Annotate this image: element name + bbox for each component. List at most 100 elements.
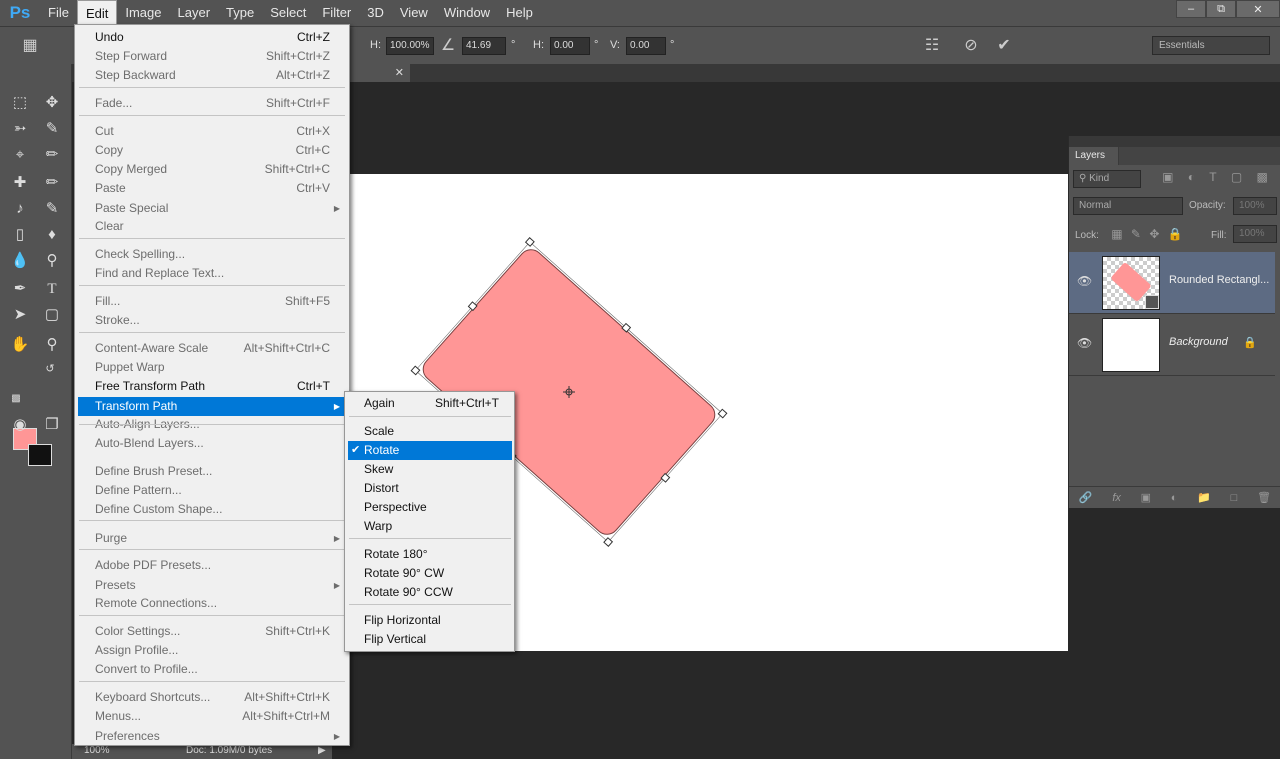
type-tool-icon[interactable]: T bbox=[40, 278, 64, 300]
close-button[interactable]: ✕ bbox=[1236, 0, 1280, 18]
background-color-swatch[interactable] bbox=[28, 444, 52, 466]
opacity-input[interactable]: 100% bbox=[1233, 197, 1277, 215]
menu-item-purge[interactable]: Purge ▶ bbox=[78, 529, 346, 548]
workspace-select[interactable]: Essentials bbox=[1152, 36, 1270, 55]
smart-object-filter-icon[interactable]: ▩ bbox=[1256, 170, 1267, 188]
fill-input[interactable]: 100% bbox=[1233, 225, 1277, 243]
menu-item-copy-merged[interactable]: Copy Merged Shift+Ctrl+C bbox=[78, 160, 346, 179]
menu-item-fade[interactable]: Fade... Shift+Ctrl+F bbox=[78, 94, 346, 113]
type-filter-icon[interactable]: T bbox=[1209, 170, 1216, 188]
menu-item-paste[interactable]: Paste Ctrl+V bbox=[78, 179, 346, 198]
commit-transform-icon[interactable]: ✔ bbox=[994, 36, 1014, 56]
lasso-tool-icon[interactable]: ➳ bbox=[8, 118, 32, 140]
path-select-tool-icon[interactable]: ➤ bbox=[8, 304, 32, 326]
submenu-item-rotate-180[interactable]: Rotate 180° bbox=[348, 545, 512, 564]
menu-select[interactable]: Select bbox=[262, 0, 314, 26]
zoom-tool-icon[interactable]: ⚲ bbox=[40, 334, 64, 356]
menu-item-remote-connections[interactable]: Remote Connections... bbox=[78, 594, 346, 613]
menu-item-clear[interactable]: Clear bbox=[78, 217, 346, 236]
menu-item-menus[interactable]: Menus... Alt+Shift+Ctrl+M bbox=[78, 707, 346, 726]
dodge-tool-icon[interactable]: ⚲ bbox=[40, 250, 64, 272]
default-colors-icon[interactable]: ▩ bbox=[4, 388, 28, 410]
history-brush-tool-icon[interactable]: ✎ bbox=[40, 198, 64, 220]
menu-item-assign-profile[interactable]: Assign Profile... bbox=[78, 641, 346, 660]
menu-item-free-transform-path[interactable]: Free Transform Path Ctrl+T bbox=[78, 377, 346, 396]
visibility-eye-icon[interactable]: 👁 bbox=[1077, 336, 1092, 350]
menu-type[interactable]: Type bbox=[218, 0, 262, 26]
pen-tool-icon[interactable]: ✒ bbox=[8, 278, 32, 300]
submenu-item-scale[interactable]: Scale bbox=[348, 422, 512, 441]
menu-item-check-spelling[interactable]: Check Spelling... bbox=[78, 245, 346, 264]
submenu-item-warp[interactable]: Warp bbox=[348, 517, 512, 536]
menu-item-auto-blend-layers[interactable]: Auto-Blend Layers... bbox=[78, 434, 346, 453]
menu-view[interactable]: View bbox=[392, 0, 436, 26]
menu-item-step-backward[interactable]: Step Backward Alt+Ctrl+Z bbox=[78, 66, 346, 85]
submenu-item-rotate[interactable]: ✔ Rotate bbox=[348, 441, 512, 460]
submenu-item-flip-vertical[interactable]: Flip Vertical bbox=[348, 630, 512, 649]
visibility-eye-icon[interactable]: 👁 bbox=[1077, 274, 1092, 288]
menu-item-copy[interactable]: Copy Ctrl+C bbox=[78, 141, 346, 160]
lock-transparent-icon[interactable]: ▦ bbox=[1111, 227, 1122, 241]
menu-item-define-brush-preset[interactable]: Define Brush Preset... bbox=[78, 462, 346, 481]
menu-item-cut[interactable]: Cut Ctrl+X bbox=[78, 122, 346, 141]
layer-name[interactable]: Background bbox=[1169, 336, 1228, 348]
menu-item-presets[interactable]: Presets ▶ bbox=[78, 576, 346, 595]
layer-row-rounded-rectangle[interactable]: 👁 Rounded Rectangl... bbox=[1069, 252, 1275, 314]
submenu-item-rotate-90-cw[interactable]: Rotate 90° CW bbox=[348, 564, 512, 583]
menu-item-preferences[interactable]: Preferences ▶ bbox=[78, 727, 346, 746]
menu-item-define-custom-shape[interactable]: Define Custom Shape... bbox=[78, 500, 346, 519]
minimize-button[interactable]: ‒ bbox=[1176, 0, 1206, 18]
zoom-level[interactable]: 100% bbox=[84, 745, 110, 756]
delete-layer-icon[interactable]: 🗑 bbox=[1257, 491, 1271, 504]
document-tab[interactable]: ✕ bbox=[348, 64, 410, 82]
restore-button[interactable]: ⧉ bbox=[1206, 0, 1236, 18]
shape-filter-icon[interactable]: ▢ bbox=[1231, 170, 1242, 188]
menu-edit[interactable]: Edit bbox=[76, 0, 118, 26]
layer-filter-kind[interactable]: ⚲ Kind bbox=[1073, 170, 1141, 188]
menu-item-find-and-replace-text[interactable]: Find and Replace Text... bbox=[78, 264, 346, 283]
h-scale-input[interactable]: 100.00% bbox=[386, 37, 434, 55]
submenu-item-perspective[interactable]: Perspective bbox=[348, 498, 512, 517]
menu-item-content-aware-scale[interactable]: Content-Aware Scale Alt+Shift+Ctrl+C bbox=[78, 339, 346, 358]
layer-style-icon[interactable]: fx bbox=[1112, 492, 1121, 504]
shape-tool-icon[interactable]: ▢ bbox=[40, 304, 64, 326]
submenu-item-flip-horizontal[interactable]: Flip Horizontal bbox=[348, 611, 512, 630]
submenu-item-distort[interactable]: Distort bbox=[348, 479, 512, 498]
menu-item-puppet-warp[interactable]: Puppet Warp bbox=[78, 358, 346, 377]
move-tool-icon[interactable]: ✥ bbox=[40, 92, 64, 114]
menu-filter[interactable]: Filter bbox=[314, 0, 359, 26]
new-group-icon[interactable]: 📁 bbox=[1197, 491, 1211, 504]
blur-tool-icon[interactable]: 💧 bbox=[8, 250, 32, 272]
add-mask-icon[interactable]: ▣ bbox=[1141, 491, 1151, 504]
healing-tool-icon[interactable]: ✚ bbox=[8, 172, 32, 194]
reference-point-icon[interactable]: ▦ bbox=[20, 36, 40, 56]
submenu-item-skew[interactable]: Skew bbox=[348, 460, 512, 479]
menu-item-keyboard-shortcuts[interactable]: Keyboard Shortcuts... Alt+Shift+Ctrl+K bbox=[78, 688, 346, 707]
menu-file[interactable]: File bbox=[40, 0, 77, 26]
close-tab-icon[interactable]: ✕ bbox=[395, 66, 404, 79]
lock-all-icon[interactable]: 🔒 bbox=[1168, 227, 1183, 241]
crop-tool-icon[interactable]: ⌖ bbox=[8, 144, 32, 166]
submenu-item-rotate-90-ccw[interactable]: Rotate 90° CCW bbox=[348, 583, 512, 602]
menu-3d[interactable]: 3D bbox=[359, 0, 392, 26]
cancel-transform-icon[interactable]: ⊘ bbox=[961, 36, 981, 56]
swap-colors-icon[interactable]: ↺ bbox=[38, 358, 62, 380]
menu-help[interactable]: Help bbox=[498, 0, 541, 26]
screen-mode-icon[interactable]: ❐ bbox=[40, 414, 64, 436]
rotation-angle-input[interactable]: 41.69 bbox=[462, 37, 506, 55]
menu-item-fill[interactable]: Fill... Shift+F5 bbox=[78, 292, 346, 311]
lock-position-icon[interactable]: ✥ bbox=[1149, 227, 1159, 241]
lock-image-icon[interactable]: ✎ bbox=[1131, 227, 1141, 241]
hand-tool-icon[interactable]: ✋ bbox=[8, 334, 32, 356]
h-skew-input[interactable]: 0.00 bbox=[550, 37, 590, 55]
menu-item-step-forward[interactable]: Step Forward Shift+Ctrl+Z bbox=[78, 47, 346, 66]
menu-item-stroke[interactable]: Stroke... bbox=[78, 311, 346, 330]
menu-item-undo[interactable]: Undo Ctrl+Z bbox=[78, 28, 346, 47]
link-layers-icon[interactable]: 🔗 bbox=[1079, 491, 1093, 504]
menu-item-transform-path[interactable]: Transform Path ▶ bbox=[78, 397, 346, 416]
adjustment-filter-icon[interactable]: ◐ bbox=[1188, 170, 1195, 188]
menu-item-paste-special[interactable]: Paste Special ▶ bbox=[78, 199, 346, 218]
eyedropper-tool-icon[interactable]: ✏ bbox=[40, 144, 64, 166]
layer-name[interactable]: Rounded Rectangl... bbox=[1169, 274, 1269, 286]
menu-item-adobe-pdf-presets[interactable]: Adobe PDF Presets... bbox=[78, 556, 346, 575]
